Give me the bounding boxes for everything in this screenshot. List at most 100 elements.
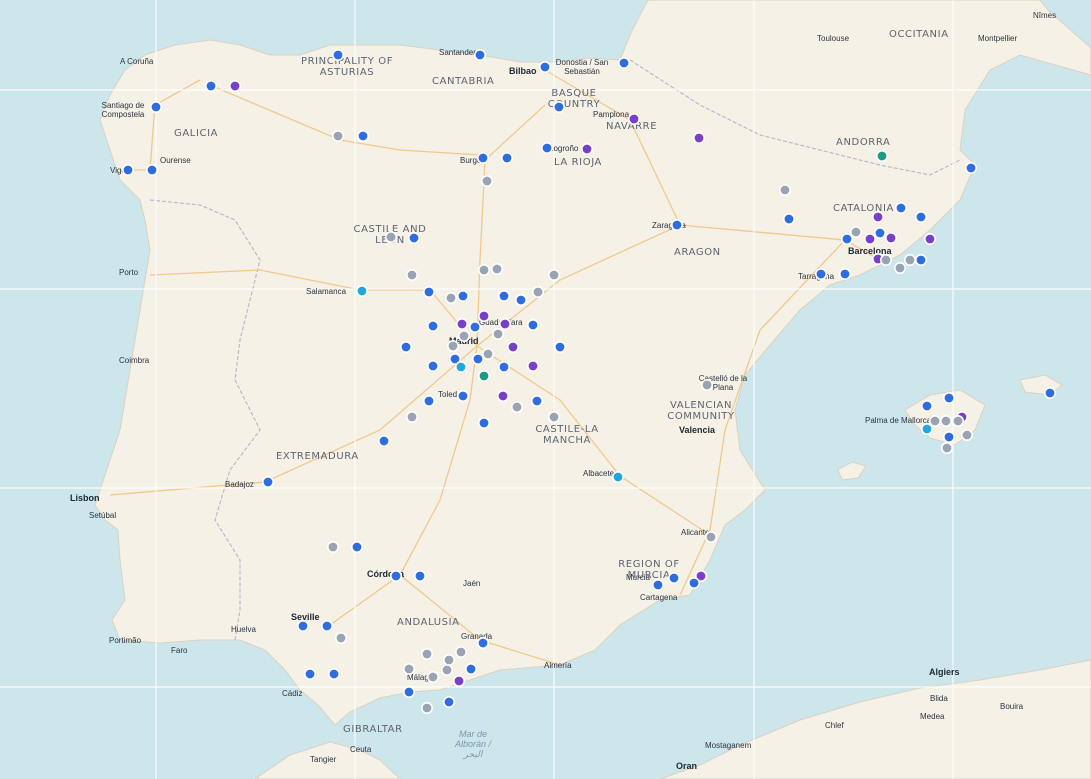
map-marker[interactable] xyxy=(205,80,218,93)
map-marker[interactable] xyxy=(405,410,418,423)
map-marker[interactable] xyxy=(871,211,884,224)
map-marker[interactable] xyxy=(150,101,163,114)
map-marker[interactable] xyxy=(893,261,906,274)
map-marker[interactable] xyxy=(413,569,426,582)
map-marker[interactable] xyxy=(914,211,927,224)
map-marker[interactable] xyxy=(497,289,510,302)
map-marker[interactable] xyxy=(331,130,344,143)
map-marker[interactable] xyxy=(122,164,135,177)
map-marker[interactable] xyxy=(454,360,467,373)
map-marker[interactable] xyxy=(356,130,369,143)
map-marker[interactable] xyxy=(146,164,159,177)
map-marker[interactable] xyxy=(838,267,851,280)
map-marker[interactable] xyxy=(384,231,397,244)
map-marker[interactable] xyxy=(405,268,418,281)
map-marker[interactable] xyxy=(471,352,484,365)
map-marker[interactable] xyxy=(849,226,862,239)
map-marker[interactable] xyxy=(377,434,390,447)
map-marker[interactable] xyxy=(939,414,952,427)
map-marker[interactable] xyxy=(422,394,435,407)
map-marker[interactable] xyxy=(552,101,565,114)
map-marker[interactable] xyxy=(355,284,368,297)
map-marker[interactable] xyxy=(617,56,630,69)
map-marker[interactable] xyxy=(464,662,477,675)
map-marker[interactable] xyxy=(879,254,892,267)
map-marker[interactable] xyxy=(670,219,683,232)
map-marker[interactable] xyxy=(782,213,795,226)
map-marker[interactable] xyxy=(951,414,964,427)
map-marker[interactable] xyxy=(547,410,560,423)
map-marker[interactable] xyxy=(420,647,433,660)
map-marker[interactable] xyxy=(477,263,490,276)
map-marker[interactable] xyxy=(477,309,490,322)
map-marker[interactable] xyxy=(261,475,274,488)
map-marker[interactable] xyxy=(526,359,539,372)
map-marker[interactable] xyxy=(500,152,513,165)
map-marker[interactable] xyxy=(903,254,916,267)
map-marker[interactable] xyxy=(873,227,886,240)
map-marker[interactable] xyxy=(496,389,509,402)
map-marker[interactable] xyxy=(530,394,543,407)
map-marker[interactable] xyxy=(498,317,511,330)
map-marker[interactable] xyxy=(476,636,489,649)
map-marker[interactable] xyxy=(473,48,486,61)
map-marker[interactable] xyxy=(547,268,560,281)
map-marker[interactable] xyxy=(514,293,527,306)
map-marker[interactable] xyxy=(457,329,470,342)
map-marker[interactable] xyxy=(840,233,853,246)
map-marker[interactable] xyxy=(444,291,457,304)
map-marker[interactable] xyxy=(426,359,439,372)
map-marker[interactable] xyxy=(497,360,510,373)
map-marker[interactable] xyxy=(942,391,955,404)
map-marker[interactable] xyxy=(303,667,316,680)
map-marker[interactable] xyxy=(491,327,504,340)
map-marker[interactable] xyxy=(481,347,494,360)
map-marker[interactable] xyxy=(399,340,412,353)
map-marker[interactable] xyxy=(320,619,333,632)
map-marker[interactable] xyxy=(687,576,700,589)
map-marker[interactable] xyxy=(692,132,705,145)
map-marker[interactable] xyxy=(389,569,402,582)
map-marker[interactable] xyxy=(455,317,468,330)
map-marker[interactable] xyxy=(942,430,955,443)
map-marker[interactable] xyxy=(611,470,624,483)
map-marker[interactable] xyxy=(510,400,523,413)
map-marker[interactable] xyxy=(420,701,433,714)
map-marker[interactable] xyxy=(814,267,827,280)
map-marker[interactable] xyxy=(704,530,717,543)
map-marker[interactable] xyxy=(229,80,242,93)
map-marker[interactable] xyxy=(331,48,344,61)
map-marker[interactable] xyxy=(923,233,936,246)
map-marker[interactable] xyxy=(920,422,933,435)
map-marker[interactable] xyxy=(468,320,481,333)
map-view[interactable]: PRINCIPALITY OF ASTURIAS CANTABRIA BASQU… xyxy=(0,0,1091,779)
map-marker[interactable] xyxy=(700,378,713,391)
map-marker[interactable] xyxy=(402,685,415,698)
map-marker[interactable] xyxy=(350,540,363,553)
map-marker[interactable] xyxy=(476,152,489,165)
map-marker[interactable] xyxy=(296,619,309,632)
map-marker[interactable] xyxy=(426,670,439,683)
map-marker[interactable] xyxy=(928,414,941,427)
map-marker[interactable] xyxy=(456,389,469,402)
map-marker[interactable] xyxy=(446,339,459,352)
map-marker[interactable] xyxy=(490,262,503,275)
map-marker[interactable] xyxy=(894,202,907,215)
map-marker[interactable] xyxy=(778,184,791,197)
map-marker[interactable] xyxy=(452,674,465,687)
map-marker[interactable] xyxy=(426,319,439,332)
map-marker[interactable] xyxy=(477,416,490,429)
map-marker[interactable] xyxy=(651,578,664,591)
map-marker[interactable] xyxy=(327,667,340,680)
map-marker[interactable] xyxy=(1044,386,1057,399)
map-marker[interactable] xyxy=(627,113,640,126)
map-marker[interactable] xyxy=(964,162,977,175)
map-marker[interactable] xyxy=(580,143,593,156)
map-marker[interactable] xyxy=(442,695,455,708)
map-marker[interactable] xyxy=(863,233,876,246)
map-marker[interactable] xyxy=(920,399,933,412)
map-marker[interactable] xyxy=(884,232,897,245)
map-marker[interactable] xyxy=(334,631,347,644)
map-marker[interactable] xyxy=(526,318,539,331)
map-marker[interactable] xyxy=(442,653,455,666)
